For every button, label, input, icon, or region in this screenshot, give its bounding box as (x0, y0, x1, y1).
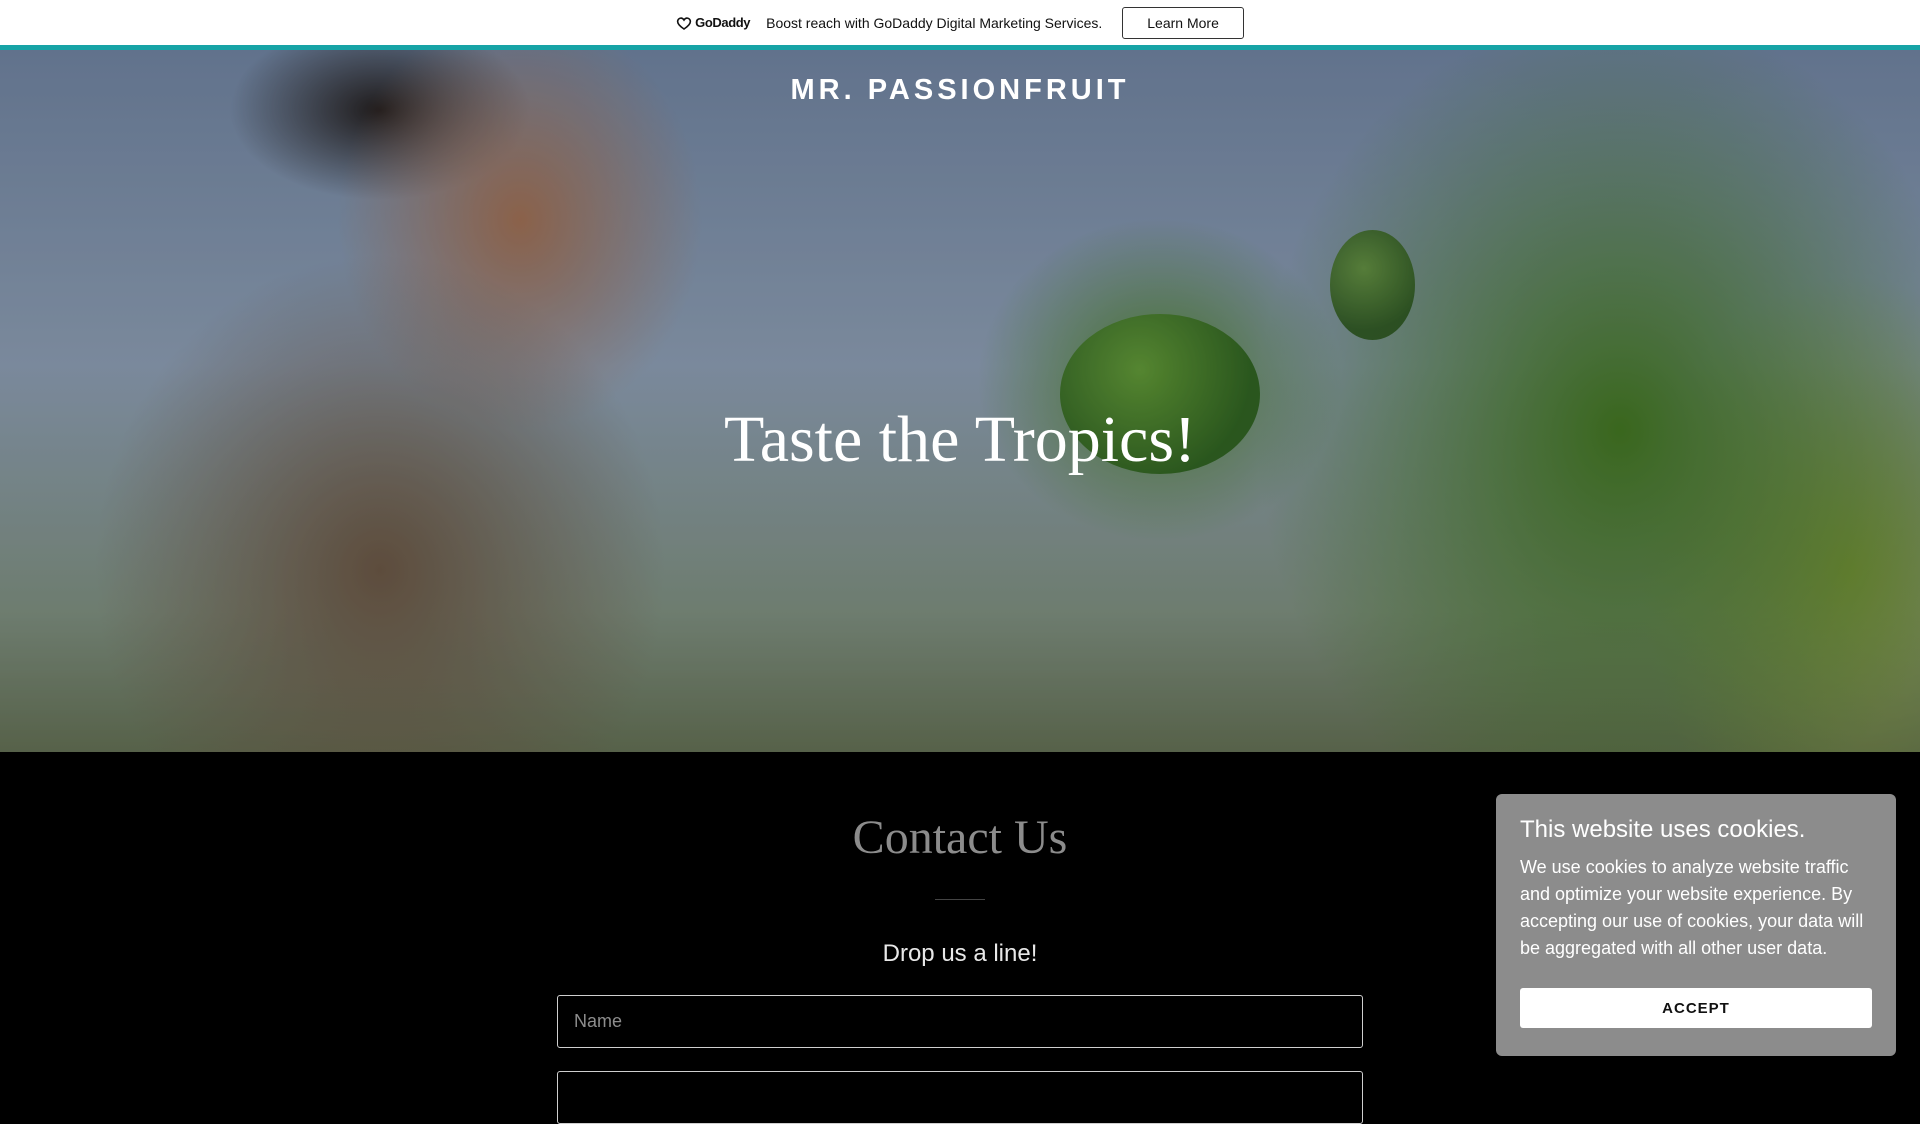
hero-title: Taste the Tropics! (723, 403, 1197, 476)
accept-cookies-button[interactable]: ACCEPT (1520, 988, 1872, 1028)
godaddy-heart-icon (676, 16, 692, 30)
promo-message: Boost reach with GoDaddy Digital Marketi… (766, 14, 1103, 31)
promo-bar: GoDaddy Boost reach with GoDaddy Digital… (0, 0, 1920, 50)
site-brand[interactable]: MR. PASSIONFRUIT (0, 74, 1920, 107)
cookie-text: We use cookies to analyze website traffi… (1520, 857, 1864, 958)
godaddy-logo-text: GoDaddy (695, 15, 751, 30)
promo-content: GoDaddy Boost reach with GoDaddy Digital… (676, 0, 1244, 45)
name-input[interactable] (557, 995, 1363, 1048)
cookie-banner: This website uses cookies. We use cookie… (1496, 794, 1896, 1056)
cookie-title: This website uses cookies. (1520, 816, 1806, 843)
section-divider (935, 899, 985, 900)
learn-more-button[interactable]: Learn More (1122, 6, 1244, 39)
hero-overlay (0, 50, 1920, 752)
email-input[interactable] (557, 1071, 1363, 1124)
godaddy-logo: GoDaddy (676, 15, 751, 30)
hero-section: MR. PASSIONFRUIT Taste the Tropics! (0, 50, 1920, 752)
